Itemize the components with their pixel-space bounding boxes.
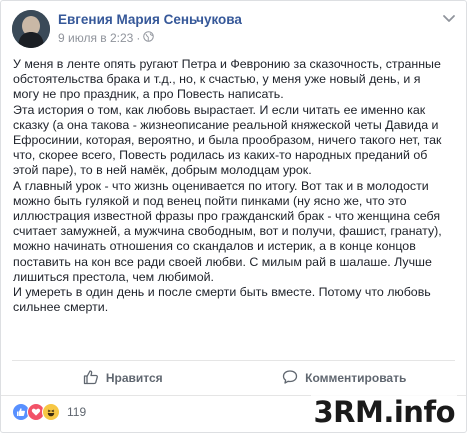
reaction-count[interactable]: 119 [67,405,86,419]
post-paragraph: У меня в ленте опять ругают Петра и Февр… [13,57,441,102]
haha-icon [42,403,60,421]
post-paragraph: Эта история о том, как любовь вырастает.… [13,102,442,178]
post-actions: Нравится Комментировать [12,363,455,393]
watermark-logo: 3RM.info [311,395,457,429]
like-button[interactable]: Нравится [12,363,234,393]
post-meta: 9 июля в 2:23 · [58,31,155,45]
post-timestamp[interactable]: 9 июля в 2:23 [58,31,133,45]
meta-separator: · [136,31,141,45]
globe-icon [143,31,155,45]
divider [12,360,455,361]
like-label: Нравится [105,371,163,385]
reactions-bar[interactable]: 119 [12,403,86,421]
author-name[interactable]: Евгения Мария Сеньчукова [58,12,242,27]
chevron-down-icon[interactable] [441,10,457,26]
post-header: Евгения Мария Сеньчукова 9 июля в 2:23 · [12,10,457,48]
avatar[interactable] [12,10,50,48]
post-paragraph: И умереть в один день и после смерти быт… [13,285,431,315]
post-paragraph: А главный урок - что жизнь оценивается п… [13,178,442,284]
comment-label: Комментировать [305,371,407,385]
thumbs-up-icon [83,369,99,388]
post-text: У меня в ленте опять ругают Петра и Февр… [13,57,458,315]
comment-button[interactable]: Комментировать [234,363,456,393]
post-card: Евгения Мария Сеньчукова 9 июля в 2:23 ·… [0,0,467,433]
comment-icon [282,369,298,388]
